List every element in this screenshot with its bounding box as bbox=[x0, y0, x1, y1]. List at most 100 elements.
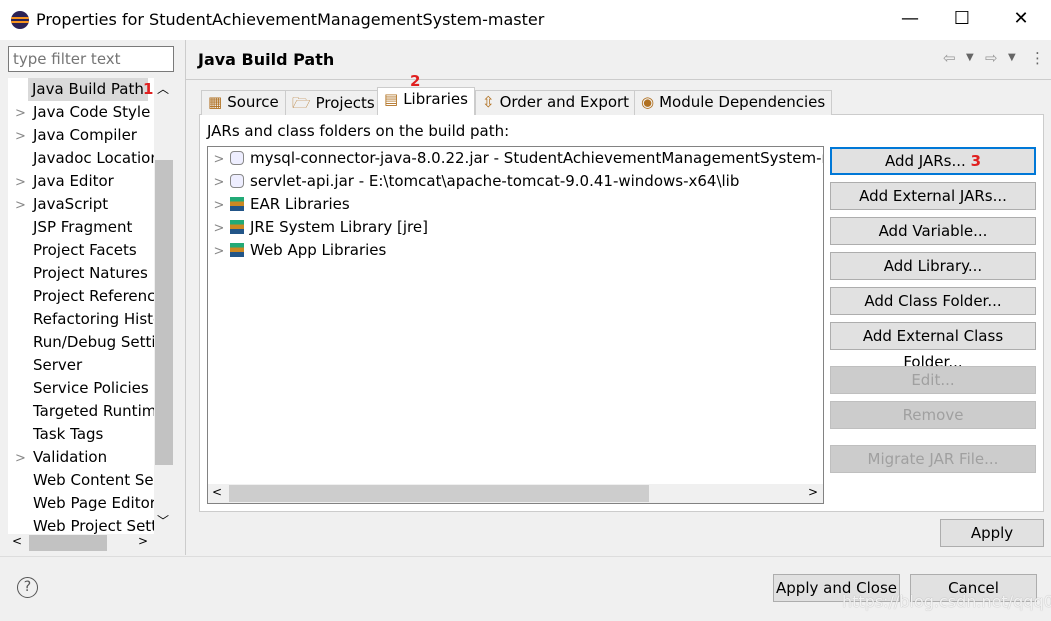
library-icon bbox=[230, 220, 244, 234]
list-scroll-left-icon[interactable]: < bbox=[212, 485, 222, 499]
library-label: servlet-api.jar - E:\tomcat\apache-tomca… bbox=[250, 172, 740, 190]
tab-projects[interactable]: 🗁 Projects bbox=[285, 90, 382, 115]
library-entry[interactable]: > mysql-connector-java-8.0.22.jar - Stude… bbox=[208, 147, 823, 171]
nav-item-label: Project References bbox=[33, 287, 154, 305]
add-external-jars-button[interactable]: Add External JARs... bbox=[830, 182, 1036, 210]
nav-item-label: Targeted Runtimes bbox=[33, 402, 154, 420]
view-menu-icon[interactable]: ⋮ bbox=[1030, 49, 1045, 67]
add-jars-button[interactable]: Add JARs... 3 bbox=[830, 147, 1036, 175]
scroll-left-icon[interactable]: < bbox=[12, 534, 22, 548]
watermark: https://blog.csdn.net/qqq080 bbox=[842, 592, 1051, 611]
back-dropdown-icon[interactable]: ▼ bbox=[966, 52, 974, 63]
nav-item[interactable]: Service Policies bbox=[8, 377, 154, 400]
help-icon[interactable]: ? bbox=[17, 577, 38, 598]
nav-item-label: Validation bbox=[33, 448, 108, 466]
expand-chevron-icon[interactable]: > bbox=[8, 448, 33, 469]
library-label: JRE System Library [jre] bbox=[250, 218, 428, 236]
module-icon: ◉ bbox=[641, 93, 655, 111]
nav-item[interactable]: Web Content Settings bbox=[8, 469, 154, 492]
nav-item[interactable]: > Java Editor bbox=[8, 170, 154, 193]
tree-scroll-thumb[interactable] bbox=[155, 160, 173, 465]
migrate-jar-button[interactable]: Migrate JAR File... bbox=[830, 445, 1036, 473]
step-marker-2: 2 bbox=[410, 72, 421, 90]
tree-hscroll-thumb[interactable] bbox=[29, 535, 107, 551]
nav-item-label: Web Content Settings bbox=[33, 471, 154, 489]
library-entry[interactable]: > EAR Libraries bbox=[208, 193, 350, 216]
library-icon bbox=[230, 197, 244, 211]
edit-button[interactable]: Edit... bbox=[830, 366, 1036, 394]
footer-divider bbox=[0, 556, 1051, 557]
filter-input[interactable] bbox=[8, 46, 174, 72]
forward-dropdown-icon[interactable]: ▼ bbox=[1008, 52, 1016, 63]
folder-icon: 🗁 bbox=[292, 94, 311, 112]
list-hscroll-thumb[interactable] bbox=[229, 485, 649, 502]
nav-item[interactable]: Project Facets bbox=[8, 239, 154, 262]
close-button[interactable]: ✕ bbox=[1006, 8, 1036, 29]
nav-item[interactable]: Web Page Editor bbox=[8, 492, 154, 515]
nav-item[interactable]: > Java Compiler bbox=[8, 124, 154, 147]
library-entry[interactable]: > Web App Libraries bbox=[208, 239, 387, 263]
add-class-folder-button[interactable]: Add Class Folder... bbox=[830, 287, 1036, 315]
forward-icon[interactable]: ⇨ bbox=[985, 49, 998, 67]
nav-item[interactable]: Project Natures bbox=[8, 262, 154, 285]
tab-label: Libraries bbox=[403, 90, 468, 108]
nav-item[interactable]: > Java Code Style bbox=[8, 101, 154, 124]
libraries-label: JARs and class folders on the build path… bbox=[207, 122, 510, 140]
tab-label: Projects bbox=[315, 94, 375, 112]
nav-item-label: JavaScript bbox=[33, 195, 109, 213]
back-icon[interactable]: ⇦ bbox=[943, 49, 956, 67]
property-tree: Java Build Path > Java Code Style > Java Com… bbox=[8, 78, 174, 552]
nav-item[interactable]: Run/Debug Settings bbox=[8, 331, 154, 354]
nav-item[interactable]: Task Tags bbox=[8, 423, 154, 446]
nav-item[interactable]: Javadoc Location bbox=[8, 147, 154, 170]
library-icon bbox=[230, 243, 244, 257]
expand-chevron-icon[interactable]: > bbox=[208, 171, 230, 194]
nav-item-label: Java Code Style bbox=[33, 103, 151, 121]
tab-libraries[interactable]: ▤ Libraries bbox=[377, 87, 475, 115]
nav-item-label: Run/Debug Settings bbox=[33, 333, 154, 351]
nav-item[interactable]: > Validation bbox=[8, 446, 154, 469]
expand-chevron-icon[interactable]: > bbox=[8, 103, 33, 124]
nav-item-label: Javadoc Location bbox=[33, 149, 154, 167]
scroll-up-icon[interactable]: ︿ bbox=[157, 80, 169, 97]
window-title: Properties for StudentAchievementManagem… bbox=[36, 10, 545, 29]
expand-chevron-icon[interactable]: > bbox=[208, 217, 230, 240]
expand-chevron-icon[interactable]: > bbox=[8, 172, 33, 193]
add-external-class-folder-button[interactable]: Add External Class Folder... bbox=[830, 322, 1036, 371]
minimize-button[interactable]: — bbox=[895, 8, 925, 29]
eclipse-logo-icon bbox=[11, 11, 29, 29]
expand-chevron-icon[interactable]: > bbox=[8, 126, 33, 147]
expand-chevron-icon[interactable]: > bbox=[208, 194, 230, 217]
scroll-down-icon[interactable]: ﹀ bbox=[157, 512, 169, 529]
nav-item-label: Java Editor bbox=[33, 172, 114, 190]
maximize-button[interactable]: ☐ bbox=[947, 8, 977, 29]
tab-module-dependencies[interactable]: ◉ Module Dependencies bbox=[634, 90, 833, 115]
expand-chevron-icon[interactable]: > bbox=[208, 148, 230, 171]
nav-item[interactable]: Project References bbox=[8, 285, 154, 308]
expand-chevron-icon[interactable]: > bbox=[208, 240, 230, 263]
remove-button[interactable]: Remove bbox=[830, 401, 1036, 429]
nav-item[interactable]: Server bbox=[8, 354, 154, 377]
libraries-list[interactable]: > mysql-connector-java-8.0.22.jar - Stude… bbox=[207, 146, 824, 504]
nav-item[interactable]: Java Build Path bbox=[28, 78, 148, 101]
scroll-right-icon[interactable]: > bbox=[138, 534, 148, 548]
add-library-button[interactable]: Add Library... bbox=[830, 252, 1036, 280]
nav-item[interactable]: Refactoring History bbox=[8, 308, 154, 331]
tab-source[interactable]: ▦ Source bbox=[201, 90, 286, 115]
add-variable-button[interactable]: Add Variable... bbox=[830, 217, 1036, 245]
library-entry[interactable]: > servlet-api.jar - E:\tomcat\apache-tomc… bbox=[208, 170, 740, 194]
step-marker-1: 1 bbox=[143, 80, 154, 98]
nav-item-label: Java Compiler bbox=[33, 126, 137, 144]
tab-order-and-export[interactable]: ⇳ Order and Export bbox=[475, 90, 637, 115]
apply-button[interactable]: Apply bbox=[940, 519, 1044, 547]
expand-chevron-icon[interactable]: > bbox=[8, 195, 33, 216]
list-scroll-right-icon[interactable]: > bbox=[808, 485, 818, 499]
nav-item-label: Service Policies bbox=[33, 379, 149, 397]
nav-item-label: Refactoring History bbox=[33, 310, 154, 328]
jar-icon bbox=[230, 174, 244, 188]
nav-item[interactable]: Targeted Runtimes bbox=[8, 400, 154, 423]
library-entry[interactable]: > JRE System Library [jre] bbox=[208, 216, 428, 239]
library-label: EAR Libraries bbox=[250, 195, 350, 213]
nav-item[interactable]: JSP Fragment bbox=[8, 216, 154, 239]
nav-item[interactable]: > JavaScript bbox=[8, 193, 154, 216]
